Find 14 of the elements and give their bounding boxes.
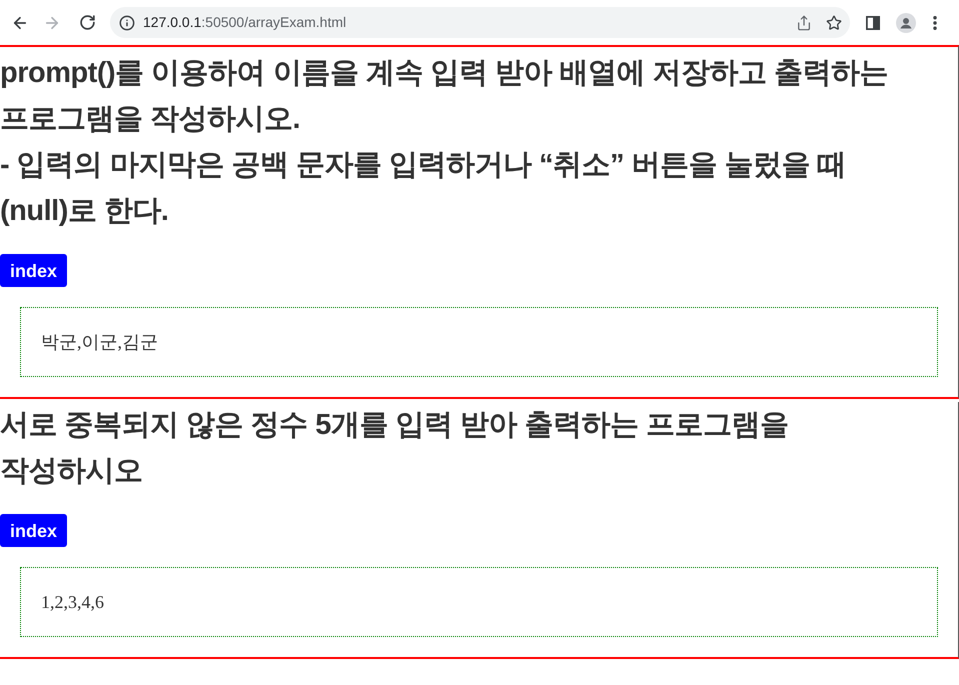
info-icon[interactable] bbox=[119, 14, 135, 30]
share-icon[interactable] bbox=[796, 14, 812, 30]
question-heading: 서로 중복되지 않은 정수 5개를 입력 받아 출력하는 프로그램을 작성하시오 bbox=[0, 408, 790, 489]
reload-icon bbox=[78, 14, 96, 31]
bookmark-star-icon[interactable] bbox=[826, 14, 842, 30]
index-button[interactable]: index bbox=[0, 514, 68, 547]
address-bar[interactable]: 127.0.0.1:50500/arrayExam.html bbox=[110, 7, 850, 38]
url-text: 127.0.0.1:50500/arrayExam.html bbox=[143, 13, 346, 32]
index-button[interactable]: index bbox=[0, 254, 68, 287]
output-text: 박군,이군,김군 bbox=[41, 330, 158, 354]
side-panel-icon[interactable] bbox=[866, 16, 880, 30]
output-text: 1,2,3,4,6 bbox=[41, 590, 104, 614]
question-heading: prompt()를 이용하여 이름을 계속 입력 받아 배열에 저장하고 출력하는 프로그램을 작성하시오. - 입력의 마지막은 공백 문자를 입력하거나 “취소” 버튼을 눌렀을 때 (null)로 한다. bbox=[0, 56, 890, 229]
profile-avatar-icon[interactable] bbox=[896, 12, 916, 32]
